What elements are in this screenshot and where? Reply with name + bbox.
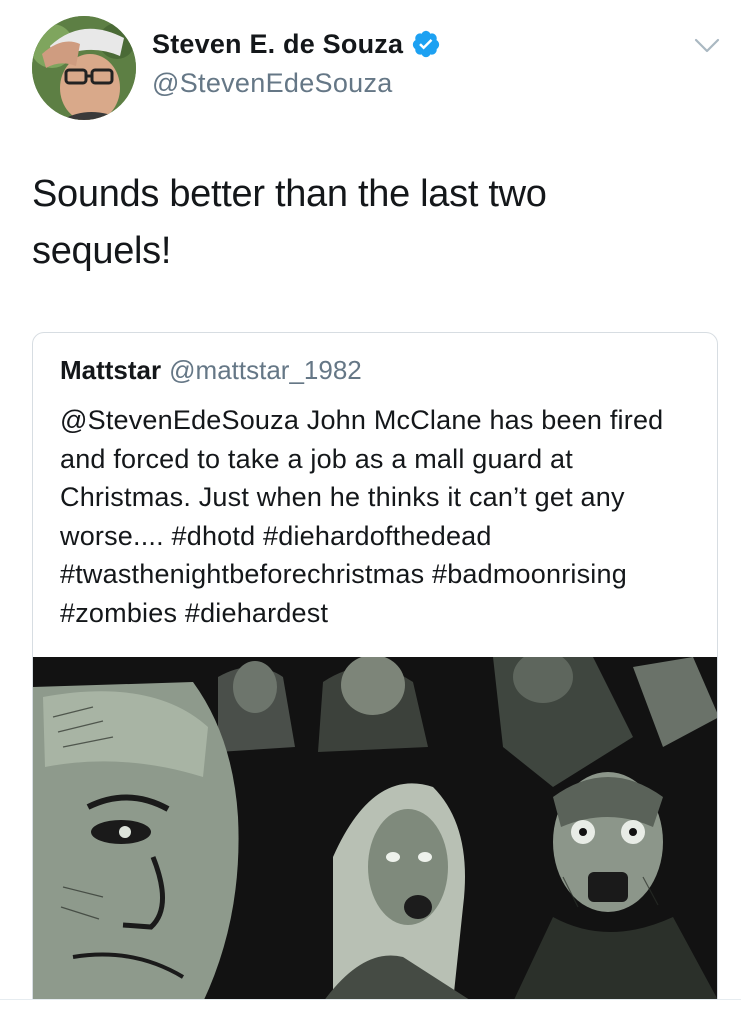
author-block: Steven E. de Souza @StevenEdeSouza xyxy=(152,26,441,99)
quoted-tweet-text: @StevenEdeSouza John McClane has been fi… xyxy=(60,405,664,628)
tweet-text: Sounds better than the last two sequels! xyxy=(32,173,547,272)
author-name[interactable]: Steven E. de Souza xyxy=(152,29,403,60)
quoted-author-name: Mattstar xyxy=(60,355,162,385)
bottom-divider xyxy=(0,999,741,1009)
quoted-tweet-header: Mattstar @mattstar_1982 xyxy=(60,355,362,386)
comic-zombie-artwork-image xyxy=(33,657,717,1002)
tweet-header: Steven E. de Souza @StevenEdeSouza xyxy=(0,0,741,140)
avatar-photo-icon xyxy=(32,16,136,120)
author-avatar[interactable] xyxy=(32,16,136,120)
author-name-row: Steven E. de Souza xyxy=(152,26,441,62)
quoted-tweet-card[interactable]: Mattstar @mattstar_1982 @StevenEdeSouza J… xyxy=(32,332,718,1009)
chevron-down-icon[interactable] xyxy=(694,37,720,55)
quoted-tweet-media[interactable] xyxy=(33,657,717,1002)
quoted-author-handle: @mattstar_1982 xyxy=(169,355,362,385)
author-handle[interactable]: @StevenEdeSouza xyxy=(152,68,441,99)
verified-badge-icon xyxy=(411,29,441,59)
